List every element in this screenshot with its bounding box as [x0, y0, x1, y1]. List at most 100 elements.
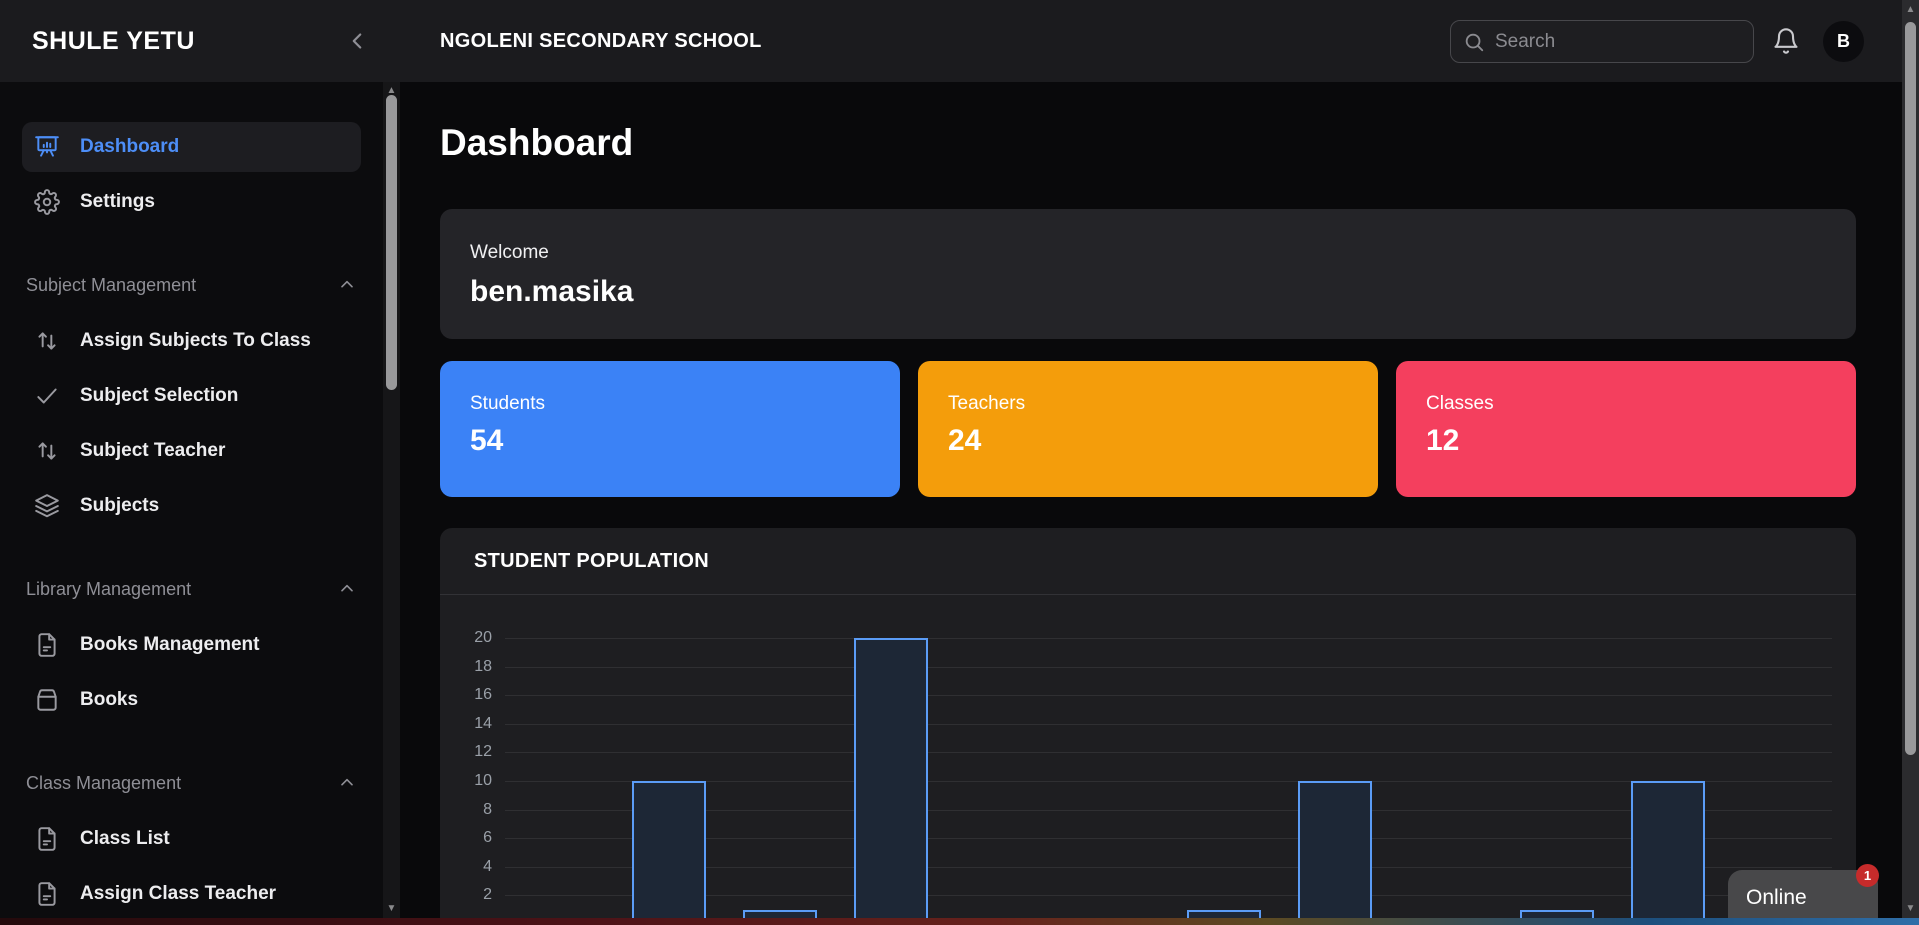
chart-gridline [505, 638, 1832, 639]
search-input[interactable] [1495, 31, 1725, 53]
y-axis-tick-label: 8 [440, 801, 492, 819]
stat-value: 54 [470, 424, 900, 458]
sidebar-item-assign-subjects-to-class[interactable]: Assign Subjects To Class [22, 316, 361, 366]
search-icon [1463, 31, 1485, 53]
sidebar-item-label: Class List [80, 828, 170, 850]
chart-bar [1298, 781, 1372, 924]
avatar[interactable]: B [1823, 21, 1864, 62]
sidebar-item-books-management[interactable]: Books Management [22, 620, 361, 670]
stat-label: Classes [1426, 393, 1856, 415]
sidebar-item-label: Assign Class Teacher [80, 883, 276, 905]
sort-arrows-icon [34, 438, 60, 464]
chart-bar [854, 638, 928, 924]
presentation-chart-icon [34, 134, 60, 160]
sidebar-item-label: Books [80, 689, 138, 711]
notification-count-badge: 1 [1856, 864, 1879, 887]
scroll-down-arrow-icon[interactable]: ▼ [383, 902, 400, 916]
sidebar-item-settings[interactable]: Settings [22, 177, 361, 227]
sidebar-item-subject-selection[interactable]: Subject Selection [22, 371, 361, 421]
chart-title: STUDENT POPULATION [474, 550, 709, 573]
scroll-down-arrow-icon[interactable]: ▼ [1902, 902, 1919, 916]
sidebar-section-class-management[interactable]: Class Management [22, 768, 361, 798]
checkmark-icon [34, 383, 60, 409]
sidebar-collapse-button[interactable] [344, 28, 370, 54]
sidebar-item-class-list[interactable]: Class List [22, 814, 361, 864]
sidebar-item-label: Assign Subjects To Class [80, 330, 311, 352]
y-axis-tick-label: 4 [440, 858, 492, 876]
welcome-card: Welcome ben.masika [440, 209, 1856, 339]
chevron-up-icon [337, 275, 357, 295]
document-icon [34, 632, 60, 658]
chart-gridline [505, 695, 1832, 696]
chart-gridline [505, 752, 1832, 753]
stat-value: 12 [1426, 424, 1856, 458]
sidebar-item-label: Dashboard [80, 136, 179, 158]
sidebar-item-label: Subject Selection [80, 385, 238, 407]
school-name: NGOLENI SECONDARY SCHOOL [440, 30, 762, 53]
app-logo: SHULE YETU [32, 27, 195, 56]
chart-bar [1631, 781, 1705, 924]
screen-bottom-edge [0, 918, 1919, 925]
sidebar-item-subject-teacher[interactable]: Subject Teacher [22, 426, 361, 476]
chart-gridline [505, 667, 1832, 668]
section-label: Subject Management [26, 275, 196, 296]
welcome-username: ben.masika [470, 275, 1856, 309]
app-header: SHULE YETU NGOLENI SECONDARY SCHOOL B [0, 0, 1902, 82]
y-axis-tick-label: 18 [440, 658, 492, 676]
stat-cards-row: Students 54 Teachers 24 Classes 12 [440, 361, 1856, 497]
section-label: Library Management [26, 579, 191, 600]
sidebar-item-books[interactable]: Books [22, 675, 361, 725]
y-axis-tick-label: 14 [440, 715, 492, 733]
main-content: Dashboard Welcome ben.masika Students 54… [400, 82, 1902, 925]
search-box[interactable] [1450, 20, 1754, 63]
page-title: Dashboard [440, 122, 633, 164]
sidebar-item-label: Books Management [80, 634, 259, 656]
chevron-left-icon [344, 28, 370, 54]
sort-arrows-icon [34, 328, 60, 354]
welcome-label: Welcome [470, 242, 1856, 264]
document-icon [34, 826, 60, 852]
chart-plot: 2468101214161820 [440, 595, 1856, 924]
sidebar-section-subject-management[interactable]: Subject Management [22, 270, 361, 300]
stat-card-students: Students 54 [440, 361, 900, 497]
sidebar-item-subjects[interactable]: Subjects [22, 481, 361, 531]
sidebar: Dashboard Settings Subject Management As… [0, 82, 383, 925]
sidebar-scrollbar[interactable]: ▲ ▼ [383, 82, 400, 925]
section-label: Class Management [26, 773, 181, 794]
layers-icon [34, 493, 60, 519]
stat-card-teachers: Teachers 24 [918, 361, 1378, 497]
sidebar-item-label: Subject Teacher [80, 440, 225, 462]
y-axis-tick-label: 10 [440, 772, 492, 790]
stat-value: 24 [948, 424, 1378, 458]
online-status-label: Online [1746, 886, 1807, 910]
y-axis-tick-label: 16 [440, 686, 492, 704]
sidebar-item-dashboard[interactable]: Dashboard [22, 122, 361, 172]
avatar-initial: B [1837, 31, 1850, 52]
chart-header: STUDENT POPULATION [440, 528, 1856, 595]
y-axis-tick-label: 12 [440, 743, 492, 761]
bell-icon [1772, 27, 1800, 55]
scroll-up-arrow-icon[interactable]: ▲ [1902, 3, 1919, 17]
stat-label: Teachers [948, 393, 1378, 415]
gear-icon [34, 189, 60, 215]
archive-icon [34, 687, 60, 713]
y-axis-tick-label: 2 [440, 886, 492, 904]
sidebar-item-label: Settings [80, 191, 155, 213]
chevron-up-icon [337, 579, 357, 599]
sidebar-scrollbar-thumb[interactable] [386, 95, 397, 390]
chart-gridline [505, 724, 1832, 725]
chart-bar [632, 781, 706, 924]
sidebar-section-library-management[interactable]: Library Management [22, 574, 361, 604]
chevron-up-icon [337, 773, 357, 793]
student-population-chart-card: STUDENT POPULATION 2468101214161820 [440, 528, 1856, 925]
notifications-button[interactable] [1772, 27, 1800, 55]
stat-card-classes: Classes 12 [1396, 361, 1856, 497]
page-scrollbar-thumb[interactable] [1905, 22, 1916, 755]
y-axis-tick-label: 6 [440, 829, 492, 847]
online-status-toast[interactable]: Online 1 [1728, 870, 1878, 925]
stat-label: Students [470, 393, 900, 415]
document-icon [34, 881, 60, 907]
sidebar-item-assign-class-teacher[interactable]: Assign Class Teacher [22, 869, 361, 919]
page-scrollbar[interactable]: ▲ ▼ [1902, 0, 1919, 925]
sidebar-item-label: Subjects [80, 495, 159, 517]
